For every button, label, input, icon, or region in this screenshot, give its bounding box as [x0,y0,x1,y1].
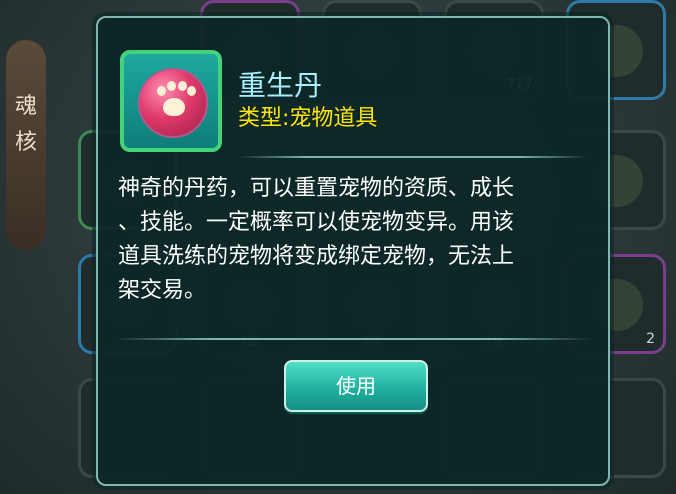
description-line: 神奇的丹药，可以重置宠物的资质、成长 [118,176,515,201]
description-line: 架交易。 [118,278,207,303]
description-line: 道具洗练的宠物将变成绑定宠物，无法上 [118,244,515,269]
paw-toe-icon [178,81,187,91]
pet-paw-pill-icon [138,68,208,138]
divider-top [238,156,588,158]
description-line: 、技能。一定概率可以使宠物变异。用该 [118,210,515,235]
side-tab-char-2: 核 [14,130,37,155]
paw-toe-icon [157,86,166,96]
paw-toe-icon [187,86,196,96]
item-icon-frame [120,50,222,152]
use-button[interactable]: 使用 [284,360,428,412]
divider-bottom [114,338,592,340]
paw-pad-icon [163,98,185,116]
item-tooltip-panel: 重生丹 类型:宠物道具 神奇的丹药，可以重置宠物的资质、成长 、技能。一定概率可… [96,16,610,486]
side-tab-char-1: 魂 [14,94,37,119]
item-name: 重生丹 [238,69,323,102]
item-type: 类型:宠物道具 [238,106,378,131]
item-description: 神奇的丹药，可以重置宠物的资质、成长 、技能。一定概率可以使宠物变异。用该 道具… [118,172,588,308]
paw-toe-icon [167,81,176,91]
item-count: 2 [646,331,655,347]
